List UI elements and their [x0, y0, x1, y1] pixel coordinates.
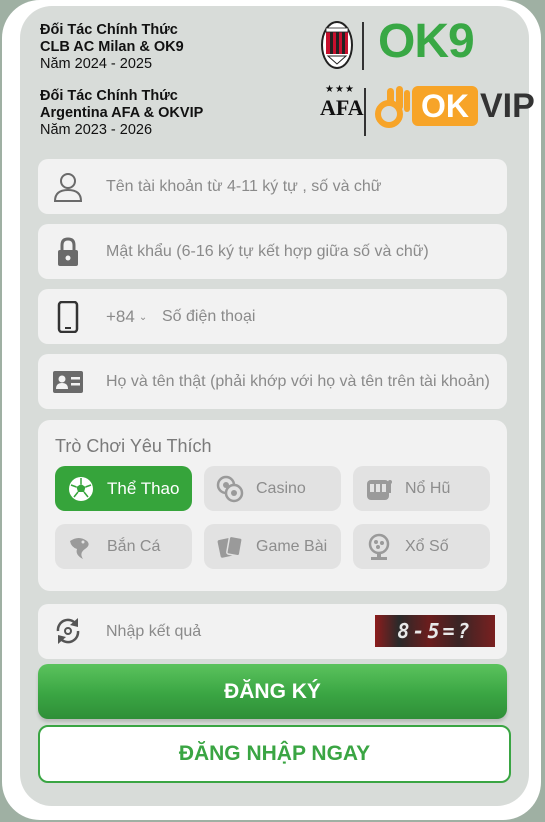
favorite-games-title: Trò Chơi Yêu Thích [55, 436, 212, 456]
realname-input[interactable]: Họ và tên thật (phải khớp với họ và tên … [106, 354, 496, 409]
fish-icon [70, 538, 89, 559]
logo-divider [362, 22, 364, 70]
phone-icon [57, 301, 79, 333]
register-button[interactable]: ĐĂNG KÝ [38, 664, 507, 719]
game-option-casino[interactable]: Casino [204, 466, 341, 511]
partner-title-line2: Argentina AFA & OKVIP [40, 105, 204, 121]
id-card-icon [53, 371, 83, 393]
captcha-field[interactable]: Nhập kết quả 8-5=? [38, 604, 507, 659]
game-option-slots[interactable]: Nổ Hũ [353, 466, 490, 511]
captcha-image[interactable]: 8-5=? [375, 615, 495, 647]
login-button[interactable]: ĐĂNG NHẬP NGAY [38, 725, 511, 783]
partner-title-line2: CLB AC Milan & OK9 [40, 39, 184, 55]
captcha-input[interactable]: Nhập kết quả [106, 604, 201, 659]
partner-text: Đối Tác Chính Thức CLB AC Milan & OK9 Nă… [40, 22, 184, 73]
refresh-icon[interactable] [52, 615, 84, 647]
logo-divider [364, 88, 366, 136]
phone-input[interactable]: Số điện thoại [162, 289, 492, 344]
slot-machine-icon [367, 480, 392, 500]
partner-ac-milan: Đối Tác Chính Thức CLB AC Milan & OK9 Nă… [40, 15, 520, 82]
phone-field[interactable]: +84 ⌄ Số điện thoại [38, 289, 507, 344]
username-field[interactable]: Tên tài khoản từ 4-11 ký tự , số và chữ [38, 159, 507, 214]
lock-icon [58, 237, 78, 266]
ac-milan-crest-icon [321, 21, 353, 69]
favorite-games-panel: Trò Chơi Yêu Thích Thể Thao Casino Nổ Hũ… [38, 420, 507, 591]
lottery-icon [368, 533, 390, 560]
register-modal: Đối Tác Chính Thức CLB AC Milan & OK9 Nă… [2, 0, 541, 820]
partner-text: Đối Tác Chính Thức Argentina AFA & OKVIP… [40, 88, 203, 139]
username-input[interactable]: Tên tài khoản từ 4-11 ký tự , số và chữ [106, 159, 496, 214]
password-input[interactable]: Mật khẩu (6-16 ký tự kết hợp giữa số và … [106, 224, 496, 279]
game-option-lottery[interactable]: Xổ Số [353, 524, 490, 569]
chips-icon [216, 475, 244, 503]
dial-code-select[interactable]: +84 ⌄ [106, 289, 147, 347]
partner-title-line1: Đối Tác Chính Thức [40, 22, 178, 38]
ok-hand-icon [375, 86, 410, 128]
game-option-fishing[interactable]: Bắn Cá [55, 524, 192, 569]
realname-field[interactable]: Họ và tên thật (phải khớp với họ và tên … [38, 354, 507, 409]
ok9-logo: OK9 [378, 15, 475, 68]
cards-icon [217, 535, 243, 558]
game-option-card-games[interactable]: Game Bài [204, 524, 341, 569]
password-field[interactable]: Mật khẩu (6-16 ký tự kết hợp giữa số và … [38, 224, 507, 279]
afa-crest-icon: ★★★ AFA [320, 84, 364, 120]
partner-title-line1: Đối Tác Chính Thức [40, 88, 178, 104]
partner-years: Năm 2024 - 2025 [40, 56, 153, 72]
user-icon [53, 173, 83, 202]
soccer-ball-icon [69, 477, 93, 501]
chevron-down-icon: ⌄ [138, 312, 148, 323]
partner-years: Năm 2023 - 2026 [40, 122, 153, 138]
partner-afa: Đối Tác Chính Thức Argentina AFA & OKVIP… [40, 84, 535, 139]
game-option-sports[interactable]: Thể Thao [55, 466, 192, 511]
